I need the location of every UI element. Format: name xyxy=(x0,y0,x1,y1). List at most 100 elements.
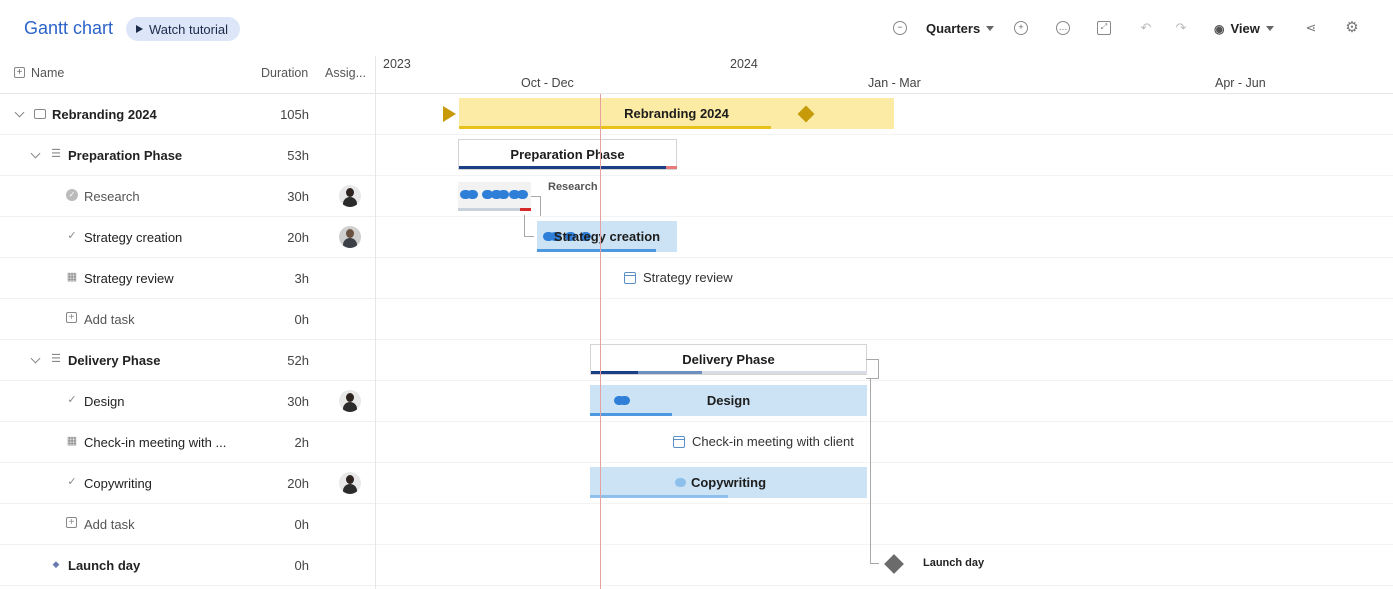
project-start-marker[interactable] xyxy=(443,106,456,122)
table-row[interactable]: ◆ Launch day 0h xyxy=(0,545,376,586)
add-task-link[interactable]: Add task xyxy=(84,517,135,532)
bar-label: Copywriting xyxy=(690,475,767,490)
calendar-icon: ▦ xyxy=(66,271,78,283)
view-menu[interactable]: ◉ View xyxy=(1214,21,1274,36)
timeline-row xyxy=(376,545,1393,586)
progress-bar xyxy=(459,166,666,169)
zoom-out-icon[interactable]: − xyxy=(893,21,907,35)
table-row[interactable]: Rebranding 2024 105h xyxy=(0,94,376,135)
task-duration: 0h xyxy=(294,558,309,573)
activity-marker xyxy=(675,478,686,487)
task-bar[interactable]: Strategy creation xyxy=(537,221,677,252)
task-bar[interactable]: Design xyxy=(590,385,867,416)
table-row[interactable]: + Add task 0h xyxy=(0,299,376,340)
progress-bar-secondary xyxy=(638,371,702,374)
task-duration: 3h xyxy=(294,271,309,286)
timeline-row xyxy=(376,504,1393,545)
event-label: Strategy review xyxy=(643,270,733,285)
comment-icon[interactable]: … xyxy=(1056,21,1070,35)
check-circle-icon[interactable]: ✓ xyxy=(66,189,78,201)
bar-label: Preparation Phase xyxy=(510,147,625,162)
phase-bar[interactable]: Preparation Phase xyxy=(458,139,677,170)
avatar[interactable] xyxy=(339,185,361,207)
task-name: Preparation Phase xyxy=(68,148,183,163)
redo-icon[interactable]: ↷ xyxy=(1174,21,1188,35)
add-icon[interactable]: + xyxy=(66,312,77,323)
dependency-line xyxy=(524,236,534,237)
check-icon[interactable]: ✓ xyxy=(66,394,78,406)
share-icon[interactable]: ⋖ xyxy=(1304,21,1318,35)
progress-bar xyxy=(458,208,520,211)
table-row[interactable]: ▦ Check-in meeting with ... 2h xyxy=(0,422,376,463)
progress-bar xyxy=(537,249,656,252)
progress-bar xyxy=(590,413,672,416)
task-name: Copywriting xyxy=(84,476,152,491)
table-row[interactable]: ✓ Design 30h xyxy=(0,381,376,422)
column-name[interactable]: Name xyxy=(31,66,64,80)
dependency-line xyxy=(870,563,879,564)
quarter-label: Apr - Jun xyxy=(1215,76,1266,90)
table-row[interactable]: ✓ Research 30h xyxy=(0,176,376,217)
task-duration: 52h xyxy=(287,353,309,368)
timeline-row xyxy=(376,340,1393,381)
folder-icon xyxy=(34,109,46,119)
grid-header: + Name Duration Assig... xyxy=(0,56,376,94)
avatar[interactable] xyxy=(339,390,361,412)
task-duration: 30h xyxy=(287,189,309,204)
timeline-row xyxy=(376,422,1393,463)
task-bar[interactable]: Copywriting xyxy=(590,467,867,498)
table-row[interactable]: ✓ Strategy creation 20h xyxy=(0,217,376,258)
avatar[interactable] xyxy=(339,226,361,248)
expand-icon[interactable]: ⤢ xyxy=(1097,21,1111,35)
timeline-row xyxy=(376,463,1393,504)
remaining-segment xyxy=(702,371,867,374)
zoom-level-select[interactable]: Quarters xyxy=(926,21,995,36)
year-label: 2023 xyxy=(383,57,411,71)
table-row[interactable]: ☰ Preparation Phase 53h xyxy=(0,135,376,176)
calendar-icon xyxy=(673,435,685,448)
activity-marker xyxy=(498,190,509,199)
progress-bar xyxy=(459,126,771,129)
event-item[interactable]: Strategy review xyxy=(624,270,733,285)
event-item[interactable]: Check-in meeting with client xyxy=(673,434,854,449)
gear-icon[interactable]: ⚙ xyxy=(1345,20,1359,35)
watch-tutorial-button[interactable]: Watch tutorial xyxy=(126,17,240,41)
overdue-segment xyxy=(520,208,531,211)
task-duration: 20h xyxy=(287,476,309,491)
dependency-line xyxy=(866,359,879,379)
check-icon[interactable]: ✓ xyxy=(66,230,78,242)
progress-bar xyxy=(591,371,638,374)
project-bar[interactable]: Rebranding 2024 xyxy=(459,98,894,129)
table-row[interactable]: ▦ Strategy review 3h xyxy=(0,258,376,299)
chevron-down-icon[interactable] xyxy=(30,148,41,159)
check-icon[interactable]: ✓ xyxy=(66,476,78,488)
phase-bar[interactable]: Delivery Phase xyxy=(590,344,867,375)
today-line xyxy=(600,94,601,589)
column-duration[interactable]: Duration xyxy=(261,66,308,80)
quarter-label: Oct - Dec xyxy=(521,76,574,90)
add-column-icon[interactable]: + xyxy=(14,67,25,78)
undo-icon[interactable]: ↶ xyxy=(1139,21,1153,35)
timeline-row xyxy=(376,381,1393,422)
zoom-in-icon[interactable]: + xyxy=(1014,21,1028,35)
avatar[interactable] xyxy=(339,472,361,494)
quarter-label: Jan - Mar xyxy=(868,76,921,90)
task-duration: 105h xyxy=(280,107,309,122)
chevron-down-icon[interactable] xyxy=(14,107,25,118)
calendar-icon: ▦ xyxy=(66,435,78,447)
bar-label: Rebranding 2024 xyxy=(624,106,729,121)
task-duration: 2h xyxy=(294,435,309,450)
column-assignee[interactable]: Assig... xyxy=(325,66,366,80)
dependency-line xyxy=(870,378,871,563)
table-row[interactable]: ☰ Delivery Phase 52h xyxy=(0,340,376,381)
table-row[interactable]: ✓ Copywriting 20h xyxy=(0,463,376,504)
add-icon[interactable]: + xyxy=(66,517,77,528)
table-row[interactable]: + Add task 0h xyxy=(0,504,376,545)
dependency-line xyxy=(531,196,541,216)
task-bar[interactable] xyxy=(458,182,531,211)
chevron-down-icon xyxy=(986,26,995,31)
task-name: Strategy creation xyxy=(84,230,183,245)
gantt-timeline: 2023 2024 Oct - Dec Jan - Mar Apr - Jun … xyxy=(376,56,1393,589)
chevron-down-icon[interactable] xyxy=(30,353,41,364)
add-task-link[interactable]: Add task xyxy=(84,312,135,327)
